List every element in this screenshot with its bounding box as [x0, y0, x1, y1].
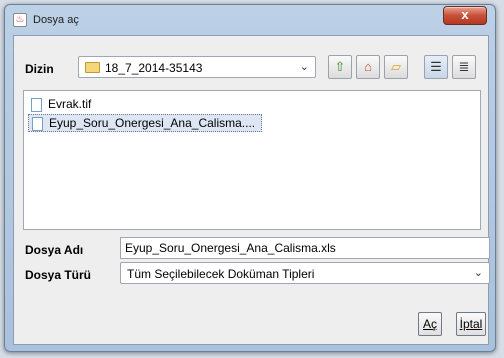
document-icon	[32, 117, 43, 131]
up-folder-icon: ⇧	[334, 59, 346, 74]
file-name-label: Dosya Adı	[25, 243, 84, 257]
file-name: Evrak.tif	[48, 97, 92, 111]
folder-icon	[85, 62, 100, 73]
new-folder-icon: ▱	[391, 59, 401, 74]
look-in-value: 18_7_2014-35143	[105, 61, 203, 75]
dialog-title: Dosya aç	[33, 14, 79, 26]
file-name-field[interactable]: Eyup_Soru_Onergesi_Ana_Calisma.xls	[120, 237, 490, 259]
dialog-body: Dizin 18_7_2014-35143 ⌄ ⇧ ⌂ ▱ ☰ ≣ Evrak.…	[13, 35, 490, 345]
open-button[interactable]: Aç	[418, 312, 442, 336]
file-type-value: Tüm Seçilebilecek Doküman Tipleri	[127, 267, 315, 281]
file-name: Eyup_Soru_Onergesi_Ana_Calisma....	[49, 116, 256, 130]
java-app-icon: ♨	[13, 13, 27, 27]
new-folder-button[interactable]: ▱	[384, 55, 408, 79]
home-button[interactable]: ⌂	[356, 55, 380, 79]
chevron-down-icon: ⌄	[473, 267, 483, 279]
chevron-down-icon: ⌄	[299, 61, 309, 73]
list-item[interactable]: Evrak.tif	[28, 96, 97, 114]
close-button[interactable]: x	[443, 6, 487, 25]
cancel-button[interactable]: İptal	[456, 312, 486, 336]
look-in-combo[interactable]: 18_7_2014-35143 ⌄	[78, 56, 316, 78]
details-view-icon: ≣	[458, 59, 470, 74]
list-view-icon: ☰	[430, 59, 442, 74]
file-type-label: Dosya Türü	[25, 268, 92, 282]
title-bar[interactable]: ♨ Dosya aç x	[5, 5, 495, 31]
list-view-button[interactable]: ☰	[424, 55, 448, 79]
up-folder-button[interactable]: ⇧	[328, 55, 352, 79]
details-view-button[interactable]: ≣	[452, 55, 476, 79]
home-icon: ⌂	[364, 59, 372, 74]
file-list[interactable]: Evrak.tif Eyup_Soru_Onergesi_Ana_Calisma…	[23, 90, 481, 230]
look-in-label: Dizin	[25, 62, 54, 76]
list-item-selected[interactable]: Eyup_Soru_Onergesi_Ana_Calisma....	[28, 114, 263, 132]
document-icon	[31, 98, 42, 112]
file-type-combo[interactable]: Tüm Seçilebilecek Doküman Tipleri ⌄	[120, 262, 490, 284]
file-open-dialog: ♨ Dosya aç x Dizin 18_7_2014-35143 ⌄ ⇧ ⌂…	[4, 4, 496, 352]
